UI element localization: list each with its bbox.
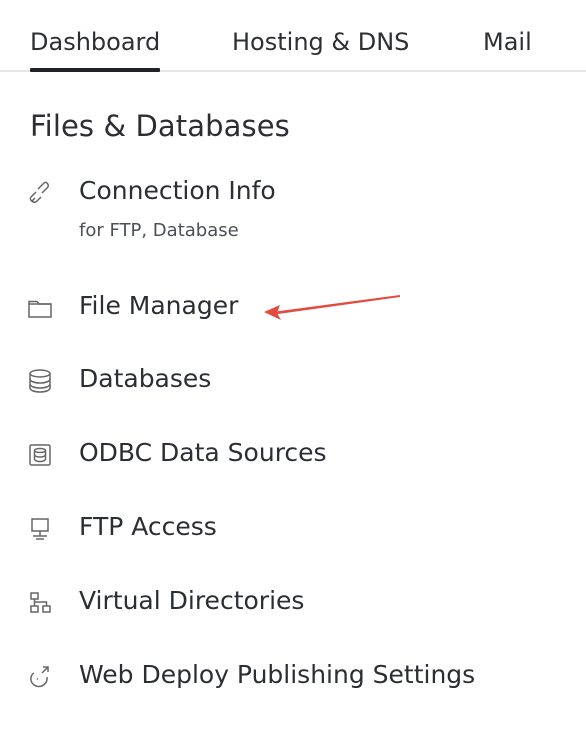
odbc-icon: [26, 441, 54, 469]
virtual-directories-item[interactable]: Virtual Directories: [26, 581, 546, 625]
databases-item[interactable]: Databases: [26, 359, 546, 403]
directories-icon: [26, 589, 54, 617]
web-deploy-label: Web Deploy Publishing Settings: [79, 660, 476, 689]
connection-info-label: Connection Info: [79, 176, 276, 205]
connection-info-sublabel: for FTP, Database: [79, 220, 239, 241]
ftp-icon: [26, 515, 54, 543]
databases-label: Databases: [79, 364, 212, 393]
folder-icon: [26, 294, 54, 322]
web-deploy-icon: [26, 663, 54, 691]
connection-info-item[interactable]: Connection Info for FTP, Database: [26, 171, 546, 255]
section-title: Files & Databases: [30, 109, 290, 143]
ftp-access-label: FTP Access: [79, 512, 217, 541]
ftp-access-item[interactable]: FTP Access: [26, 507, 546, 551]
tab-mail[interactable]: Mail: [483, 26, 532, 58]
top-tabs: Dashboard Hosting & DNS Mail: [0, 0, 586, 72]
virtual-directories-label: Virtual Directories: [79, 586, 305, 615]
database-icon: [26, 367, 54, 395]
file-manager-item[interactable]: File Manager: [26, 286, 546, 330]
link-icon: [26, 179, 54, 207]
web-deploy-item[interactable]: Web Deploy Publishing Settings: [26, 655, 546, 699]
tab-hosting-dns[interactable]: Hosting & DNS: [232, 26, 409, 58]
odbc-data-sources-label: ODBC Data Sources: [79, 438, 327, 467]
odbc-data-sources-item[interactable]: ODBC Data Sources: [26, 433, 546, 477]
tab-dashboard[interactable]: Dashboard: [30, 26, 161, 72]
file-manager-label: File Manager: [79, 291, 239, 320]
